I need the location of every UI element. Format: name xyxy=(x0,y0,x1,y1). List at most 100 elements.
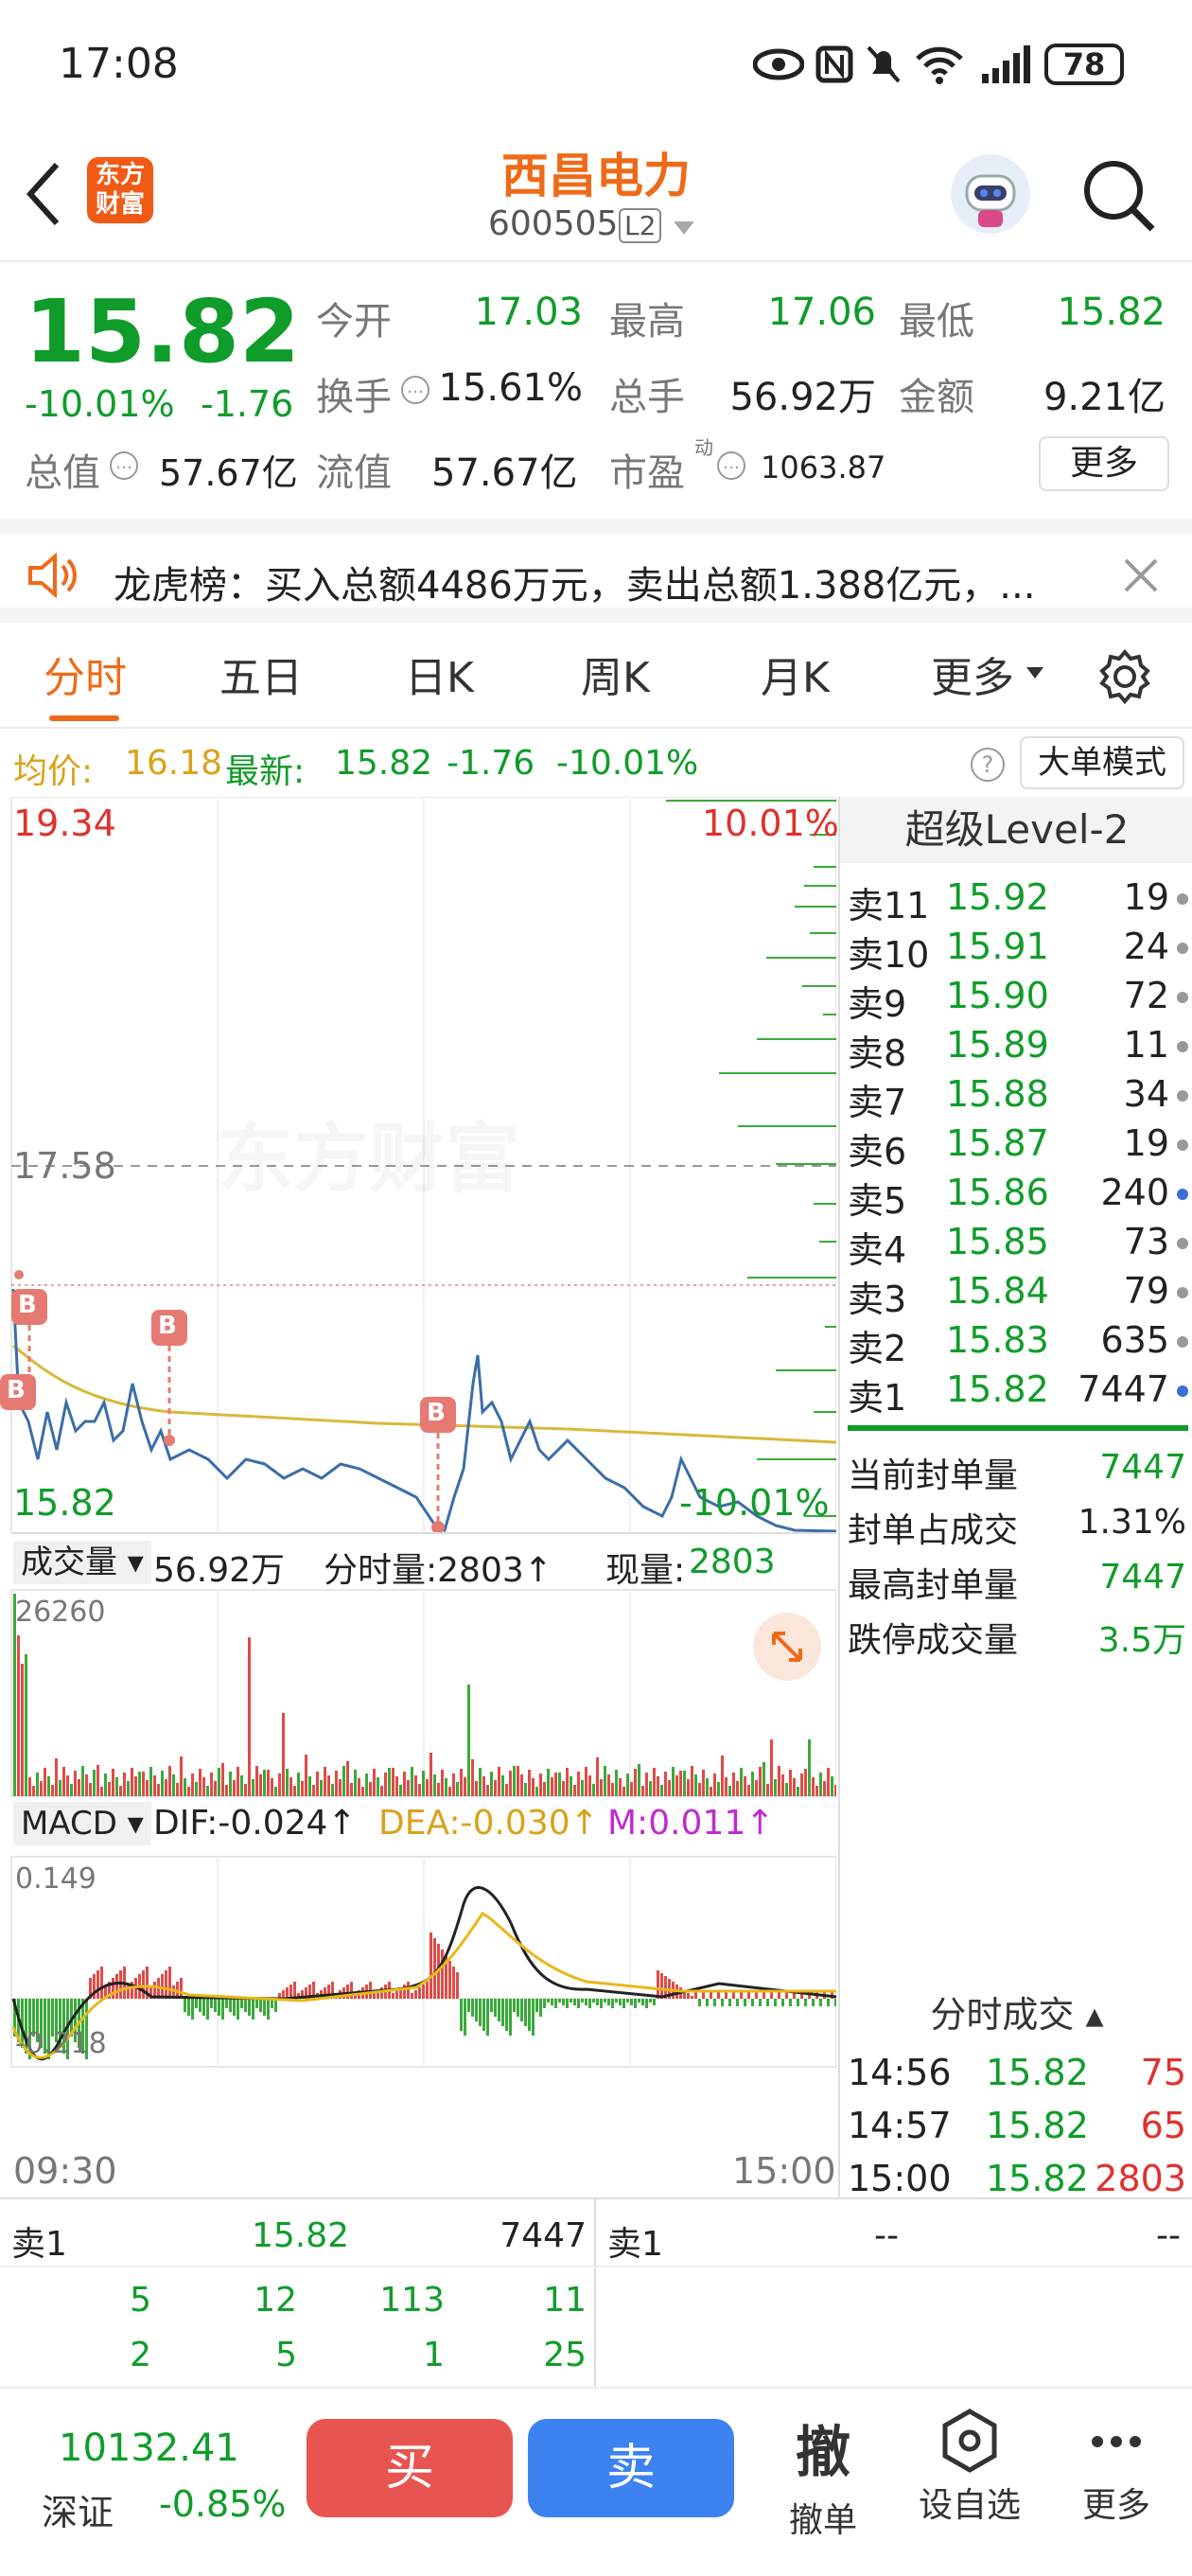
volume-bar xyxy=(649,1781,652,1796)
macd-bar xyxy=(789,1999,792,2006)
ask-row[interactable]: 卖9 15.90 72 xyxy=(840,975,1192,1025)
ask-row[interactable]: 卖10 15.91 24 xyxy=(840,926,1192,976)
expand-icon[interactable] xyxy=(753,1613,821,1681)
trades-title[interactable]: 分时成交 ▴ xyxy=(840,1985,1192,2042)
volume-bar xyxy=(184,1778,186,1796)
notice-bar[interactable]: 龙虎榜：买入总额4486万元，卖出总额1.388亿元，... xyxy=(0,519,1192,623)
help-icon[interactable]: ? xyxy=(971,748,1005,782)
volume-bar xyxy=(505,1784,508,1796)
volume-bar xyxy=(725,1777,727,1796)
volume-bar xyxy=(267,1770,270,1796)
macd-bar xyxy=(255,1999,258,2008)
depth-cell: 11 xyxy=(543,2281,587,2320)
battery-indicator: 78 xyxy=(1044,44,1124,85)
trade-marker-b[interactable]: B xyxy=(427,1399,446,1427)
volume-bar xyxy=(172,1774,175,1796)
volume-bar xyxy=(747,1785,750,1796)
macd-bar xyxy=(573,1999,576,2005)
ask-row[interactable]: 卖11 15.92 19 xyxy=(840,876,1192,926)
tab-daily-k[interactable]: 日K xyxy=(405,644,474,704)
volume-bar xyxy=(316,1772,319,1796)
search-icon[interactable] xyxy=(1080,157,1158,235)
volume-bar xyxy=(721,1756,724,1796)
macd-bar xyxy=(607,1999,610,2005)
depth-cell: 1 xyxy=(423,2336,445,2374)
seal-stat-row: 当前封单量 7447 xyxy=(840,1448,1192,1497)
sell-button[interactable]: 卖 xyxy=(528,2419,734,2517)
buy-button[interactable]: 买 xyxy=(307,2419,513,2517)
macd-bar xyxy=(210,1999,213,2008)
info-icon[interactable]: … xyxy=(717,451,745,480)
tab-more[interactable]: 更多 xyxy=(931,644,1014,704)
tab-weekly-k[interactable]: 周K xyxy=(581,644,650,704)
volume-bar xyxy=(221,1763,224,1796)
volume-bar xyxy=(104,1773,107,1796)
open-label: 今开 xyxy=(316,300,392,344)
volume-bar xyxy=(214,1781,217,1796)
gear-icon[interactable] xyxy=(1097,649,1152,704)
macd-bar xyxy=(736,1999,739,2006)
macd-bar xyxy=(660,1973,663,1999)
seal-stat-row: 最高封单量 7447 xyxy=(840,1558,1192,1607)
percent-axis-top: 10.01% xyxy=(702,803,839,844)
stat-value: 7447 xyxy=(1099,1558,1186,1597)
macd-indicator-select[interactable]: MACD ▾ xyxy=(13,1802,151,1845)
volume-bar xyxy=(827,1768,830,1796)
info-icon[interactable]: … xyxy=(110,451,138,480)
robot-assistant-icon[interactable] xyxy=(946,151,1035,237)
ask-row[interactable]: 卖8 15.89 11 xyxy=(840,1024,1192,1074)
volume-bar xyxy=(286,1769,289,1796)
ask-row[interactable]: 卖2 15.83 635 xyxy=(840,1319,1192,1369)
add-watchlist-button[interactable]: 设自选 xyxy=(908,2408,1031,2559)
volume-bar xyxy=(414,1775,417,1796)
ask-row[interactable]: 卖6 15.87 19 xyxy=(840,1122,1192,1173)
latest-percent: -10.01% xyxy=(556,744,699,783)
volume-bar xyxy=(244,1784,247,1796)
volume-bar xyxy=(44,1768,46,1796)
order-dot-icon xyxy=(1177,1189,1188,1200)
volume-indicator-select[interactable]: 成交量 ▾ xyxy=(13,1541,151,1584)
volume-bar xyxy=(78,1779,80,1796)
volume-bar xyxy=(134,1776,137,1796)
ask-row[interactable]: 卖1 15.82 7447 xyxy=(840,1368,1192,1419)
tab-five-day[interactable]: 五日 xyxy=(219,644,303,704)
trade-marker-b[interactable]: B xyxy=(7,1376,26,1404)
tab-monthly-k[interactable]: 月K xyxy=(761,644,830,704)
more-button[interactable]: 更多 xyxy=(1060,2408,1173,2559)
volume-bar xyxy=(634,1769,637,1796)
volume-bar xyxy=(85,1774,88,1796)
stat-value: 7447 xyxy=(1099,1448,1186,1487)
tab-intraday[interactable]: 分时 xyxy=(44,644,127,704)
close-icon[interactable] xyxy=(1122,556,1160,594)
volume-bar xyxy=(418,1784,421,1796)
intraday-chart-area[interactable]: 19.34 10.01% 17.58 东方财富 15.82 -10.01% B … xyxy=(0,797,839,2197)
caret-down-icon[interactable] xyxy=(672,220,696,237)
trade-marker-b[interactable]: B xyxy=(158,1312,177,1340)
volume-bar xyxy=(755,1780,758,1796)
info-icon[interactable]: … xyxy=(401,376,429,404)
volume-bar xyxy=(161,1771,164,1796)
trade-marker-b[interactable]: B xyxy=(18,1291,37,1319)
macd-bar xyxy=(191,1999,194,2020)
index-ticker[interactable]: 10132.41 深证 -0.85% xyxy=(0,2389,286,2576)
ask-row[interactable]: 卖7 15.88 34 xyxy=(840,1073,1192,1123)
volume-bar xyxy=(460,1769,463,1796)
macd-bar xyxy=(804,1999,807,2006)
ask-row[interactable]: 卖5 15.86 240 xyxy=(840,1172,1192,1222)
ask-level: 卖8 xyxy=(848,1032,907,1074)
cancel-order-button[interactable]: 撤 撤单 xyxy=(766,2408,880,2559)
ask-row[interactable]: 卖3 15.84 79 xyxy=(840,1270,1192,1320)
ask-row[interactable]: 卖4 15.85 73 xyxy=(840,1221,1192,1271)
avg-value: 16.18 xyxy=(125,744,223,783)
volume-bar xyxy=(411,1767,413,1796)
volume-bar xyxy=(452,1773,455,1796)
volume-bar xyxy=(464,1777,466,1796)
volume-bar xyxy=(607,1774,610,1796)
more-fields-button[interactable]: 更多 xyxy=(1039,436,1169,491)
macd-bar xyxy=(233,1999,236,2016)
macd-bar xyxy=(426,1982,429,1999)
macd-bar xyxy=(834,1999,836,2006)
ask-volume: 79 xyxy=(1123,1270,1169,1312)
big-order-mode-button[interactable]: 大单模式 xyxy=(1020,736,1184,789)
volume-bar xyxy=(426,1779,429,1796)
